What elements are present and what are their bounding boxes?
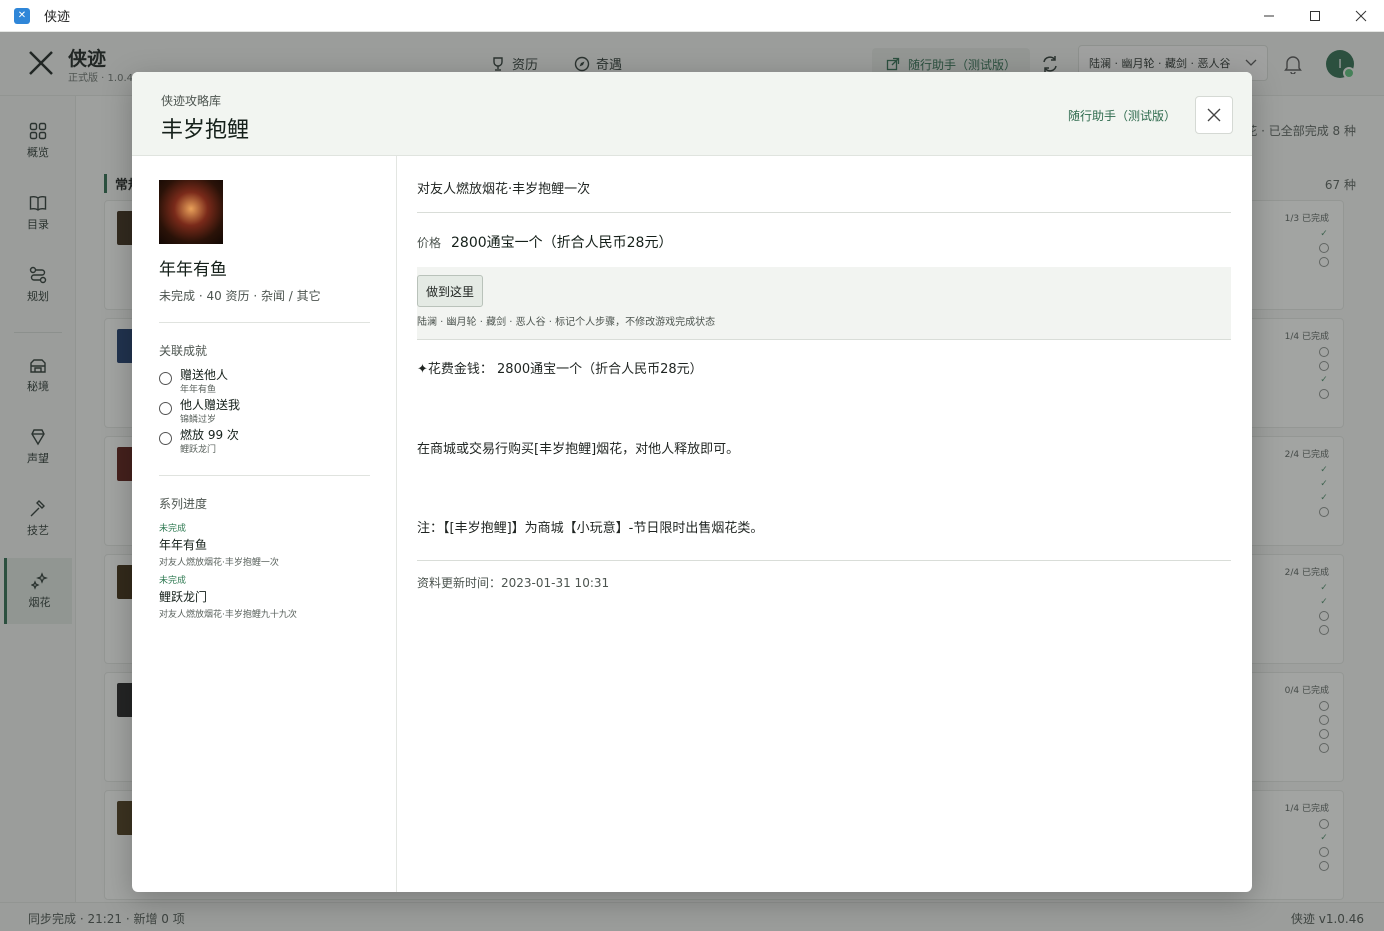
- series-status: 未完成: [159, 524, 187, 534]
- price-value: 2800通宝一个（折合人民币28元）: [451, 235, 673, 251]
- window-titlebar: ✕ 侠迹: [0, 0, 1384, 32]
- related-title: 他人赠送我: [180, 398, 241, 412]
- app-icon: ✕: [14, 7, 30, 24]
- series-step: 未完成 年年有鱼 对友人燃放烟花·丰岁抱鲤一次: [159, 521, 379, 568]
- minimize-icon: [1264, 15, 1274, 17]
- radio-button[interactable]: [159, 372, 172, 385]
- how-to-line: 在商城或交易行购买[丰岁抱鲤]烟花，对他人释放即可。: [417, 442, 740, 457]
- detail-dialog: 侠迹攻略库 丰岁抱鲤 随行助手（测试版） 年年有鱼 未完成 · 40 资历 · …: [132, 72, 1252, 892]
- price-row: 价格 2800通宝一个（折合人民币28元）: [417, 232, 672, 252]
- dialog-subtitle: 侠迹攻略库: [161, 94, 222, 108]
- series-desc: 对友人燃放烟花·丰岁抱鲤一次: [159, 558, 279, 568]
- item-name: 年年有鱼: [159, 260, 227, 280]
- divider: [417, 560, 1231, 561]
- series-name: 年年有鱼: [159, 538, 208, 552]
- achievement-description: 对友人燃放烟花·丰岁抱鲤一次: [417, 182, 591, 197]
- series-name: 鲤跃龙门: [159, 590, 208, 604]
- window-title: 侠迹: [44, 10, 71, 25]
- maximize-icon: [1310, 11, 1320, 21]
- divider: [159, 322, 370, 323]
- series-label: 系列进度: [159, 497, 208, 511]
- dialog-header: 侠迹攻略库 丰岁抱鲤 随行助手（测试版）: [132, 72, 1252, 156]
- related-sub: 鲤跃龙门: [180, 445, 217, 455]
- related-title: 赠送他人: [180, 368, 229, 382]
- divider: [417, 212, 1231, 213]
- divider: [417, 339, 1231, 340]
- close-icon: [1207, 108, 1221, 122]
- maximize-button[interactable]: [1292, 0, 1338, 32]
- note-line: 注：【[丰岁抱鲤]】为商城【小玩意】-节日限时出售烟花类。: [417, 521, 764, 536]
- achievement-info-pane: 年年有鱼 未完成 · 40 资历 · 杂闻 / 其它 关联成就 赠送他人 年年有…: [132, 156, 397, 892]
- series-status: 未完成: [159, 576, 187, 586]
- updated-time: 资料更新时间：2023-01-31 10:31: [417, 576, 610, 590]
- related-achievement[interactable]: 赠送他人 年年有鱼: [159, 366, 369, 396]
- item-meta: 未完成 · 40 资历 · 杂闻 / 其它: [159, 289, 321, 303]
- item-image: [159, 180, 223, 244]
- close-icon: [1355, 10, 1367, 22]
- dialog-close-button[interactable]: [1195, 96, 1233, 134]
- achievement-detail-pane: 对友人燃放烟花·丰岁抱鲤一次 价格 2800通宝一个（折合人民币28元） 做到这…: [397, 156, 1252, 892]
- mark-step-box: 做到这里 陆澜 · 幽月轮 · 藏剑 · 恶人谷 · 标记个人步骤，不修改游戏完…: [417, 267, 1231, 339]
- series-desc: 对友人燃放烟花·丰岁抱鲤九十九次: [159, 610, 297, 620]
- related-title: 燃放 99 次: [180, 428, 239, 442]
- related-sub: 年年有鱼: [180, 385, 217, 395]
- related-achievement[interactable]: 他人赠送我 锦鳞过岁: [159, 396, 369, 426]
- price-label: 价格: [417, 236, 442, 250]
- mark-step-note: 陆澜 · 幽月轮 · 藏剑 · 恶人谷 · 标记个人步骤，不修改游戏完成状态: [417, 317, 716, 328]
- dialog-title: 丰岁抱鲤: [161, 118, 250, 143]
- related-sub: 锦鳞过岁: [180, 415, 217, 425]
- radio-button[interactable]: [159, 402, 172, 415]
- mark-done-button[interactable]: 做到这里: [417, 275, 484, 307]
- assistant-link[interactable]: 随行助手（测试版）: [1068, 107, 1176, 124]
- series-step: 未完成 鲤跃龙门 对友人燃放烟花·丰岁抱鲤九十九次: [159, 573, 379, 620]
- cost-line: ✦花费金钱： 2800通宝一个（折合人民币28元）: [417, 362, 703, 377]
- window-close-button[interactable]: [1338, 0, 1384, 32]
- minimize-button[interactable]: [1246, 0, 1292, 32]
- divider: [159, 475, 370, 476]
- related-achievement[interactable]: 燃放 99 次 鲤跃龙门: [159, 426, 369, 456]
- radio-button[interactable]: [159, 432, 172, 445]
- related-label: 关联成就: [159, 344, 208, 358]
